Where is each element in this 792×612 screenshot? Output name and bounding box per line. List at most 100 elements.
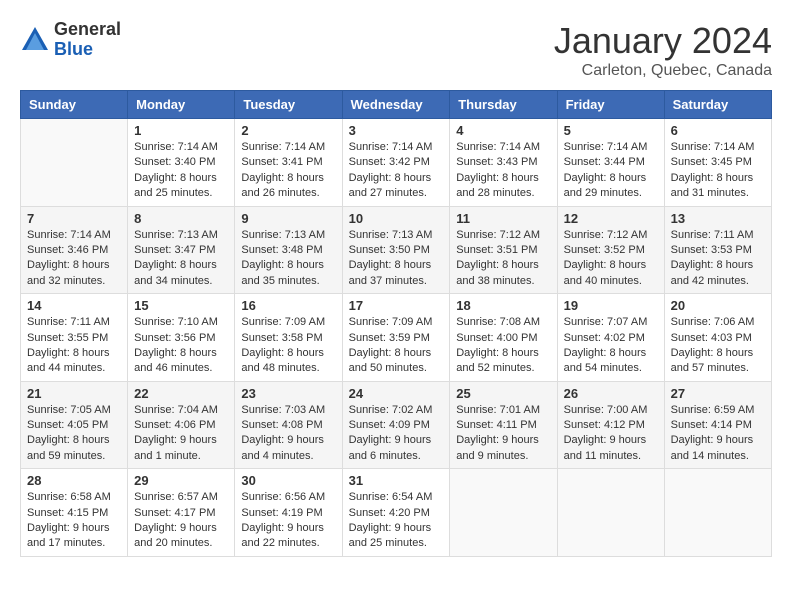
day-cell-25: 25Sunrise: 7:01 AMSunset: 4:11 PMDayligh… <box>450 381 557 469</box>
day-number: 1 <box>134 123 228 138</box>
day-cell-5: 5 Sunrise: 7:14 AMSunset: 3:44 PMDaylight… <box>557 119 664 207</box>
day-info: Sunrise: 7:14 AMSunset: 3:43 PMDaylight:… <box>456 140 550 202</box>
header-day-saturday: Saturday <box>664 91 771 119</box>
empty-cell <box>450 469 557 557</box>
empty-cell <box>557 469 664 557</box>
day-cell-18: 18 Sunrise: 7:08 AMSunset: 4:00 PMDayligh… <box>450 294 557 382</box>
day-number: 5 <box>564 123 658 138</box>
day-number: 22 <box>134 386 228 401</box>
day-number: 9 <box>241 211 335 226</box>
day-cell-1: 1Sunrise: 7:14 AMSunset: 3:40 PMDaylight… <box>128 119 235 207</box>
logo-general-text: General <box>54 20 121 40</box>
day-cell-21: 21 Sunrise: 7:05 AMSunset: 4:05 PMDayligh… <box>21 381 128 469</box>
day-cell-23: 23Sunrise: 7:03 AMSunset: 4:08 PMDayligh… <box>235 381 342 469</box>
day-number: 25 <box>456 386 550 401</box>
day-cell-8: 8 Sunrise: 7:13 AMSunset: 3:47 PMDaylight… <box>128 206 235 294</box>
day-number: 10 <box>349 211 444 226</box>
day-number: 4 <box>456 123 550 138</box>
week-row-2: 7Sunrise: 7:14 AMSunset: 3:46 PMDaylight… <box>21 206 772 294</box>
day-cell-10: 10 Sunrise: 7:13 AMSunset: 3:50 PMDayligh… <box>342 206 450 294</box>
day-cell-2: 2Sunrise: 7:14 AMSunset: 3:41 PMDaylight… <box>235 119 342 207</box>
empty-cell <box>21 119 128 207</box>
day-info: Sunrise: 6:54 AMSunset: 4:20 PMDaylight:… <box>349 490 444 552</box>
day-number: 31 <box>349 473 444 488</box>
week-row-5: 28 Sunrise: 6:58 AMSunset: 4:15 PMDayligh… <box>21 469 772 557</box>
week-row-4: 21 Sunrise: 7:05 AMSunset: 4:05 PMDayligh… <box>21 381 772 469</box>
day-number: 24 <box>349 386 444 401</box>
day-info: Sunrise: 7:12 AMSunset: 3:52 PMDaylight:… <box>564 228 658 290</box>
day-info: Sunrise: 7:09 AMSunset: 3:59 PMDaylight:… <box>349 315 444 377</box>
header-day-sunday: Sunday <box>21 91 128 119</box>
header: General Blue January 2024 Carleton, Queb… <box>20 20 772 80</box>
day-info: Sunrise: 7:02 AMSunset: 4:09 PMDaylight:… <box>349 403 444 465</box>
day-number: 8 <box>134 211 228 226</box>
day-number: 12 <box>564 211 658 226</box>
day-info: Sunrise: 7:14 AMSunset: 3:41 PMDaylight:… <box>241 140 335 202</box>
day-cell-12: 12 Sunrise: 7:12 AMSunset: 3:52 PMDayligh… <box>557 206 664 294</box>
day-info: Sunrise: 7:10 AMSunset: 3:56 PMDaylight:… <box>134 315 228 377</box>
day-cell-9: 9 Sunrise: 7:13 AMSunset: 3:48 PMDaylight… <box>235 206 342 294</box>
main-title: January 2024 <box>554 20 772 62</box>
logo-icon <box>20 25 50 55</box>
day-cell-24: 24 Sunrise: 7:02 AMSunset: 4:09 PMDayligh… <box>342 381 450 469</box>
day-number: 29 <box>134 473 228 488</box>
day-info: Sunrise: 6:58 AMSunset: 4:15 PMDaylight:… <box>27 490 121 552</box>
day-cell-22: 22 Sunrise: 7:04 AMSunset: 4:06 PMDayligh… <box>128 381 235 469</box>
week-row-1: 1Sunrise: 7:14 AMSunset: 3:40 PMDaylight… <box>21 119 772 207</box>
day-cell-16: 16Sunrise: 7:09 AMSunset: 3:58 PMDayligh… <box>235 294 342 382</box>
day-info: Sunrise: 7:07 AMSunset: 4:02 PMDaylight:… <box>564 315 658 377</box>
day-info: Sunrise: 7:14 AMSunset: 3:45 PMDaylight:… <box>671 140 765 202</box>
day-cell-6: 6 Sunrise: 7:14 AMSunset: 3:45 PMDaylight… <box>664 119 771 207</box>
day-number: 28 <box>27 473 121 488</box>
day-number: 14 <box>27 298 121 313</box>
day-number: 6 <box>671 123 765 138</box>
header-day-thursday: Thursday <box>450 91 557 119</box>
header-row: SundayMondayTuesdayWednesdayThursdayFrid… <box>21 91 772 119</box>
day-number: 15 <box>134 298 228 313</box>
day-info: Sunrise: 7:05 AMSunset: 4:05 PMDaylight:… <box>27 403 121 465</box>
title-area: January 2024 Carleton, Quebec, Canada <box>554 20 772 80</box>
day-info: Sunrise: 7:14 AMSunset: 3:44 PMDaylight:… <box>564 140 658 202</box>
day-number: 17 <box>349 298 444 313</box>
day-number: 3 <box>349 123 444 138</box>
day-cell-30: 30Sunrise: 6:56 AMSunset: 4:19 PMDayligh… <box>235 469 342 557</box>
day-info: Sunrise: 6:59 AMSunset: 4:14 PMDaylight:… <box>671 403 765 465</box>
day-info: Sunrise: 6:57 AMSunset: 4:17 PMDaylight:… <box>134 490 228 552</box>
day-info: Sunrise: 7:13 AMSunset: 3:48 PMDaylight:… <box>241 228 335 290</box>
day-info: Sunrise: 7:08 AMSunset: 4:00 PMDaylight:… <box>456 315 550 377</box>
day-info: Sunrise: 7:06 AMSunset: 4:03 PMDaylight:… <box>671 315 765 377</box>
day-cell-31: 31 Sunrise: 6:54 AMSunset: 4:20 PMDayligh… <box>342 469 450 557</box>
calendar-table: SundayMondayTuesdayWednesdayThursdayFrid… <box>20 90 772 557</box>
day-info: Sunrise: 7:13 AMSunset: 3:47 PMDaylight:… <box>134 228 228 290</box>
day-number: 30 <box>241 473 335 488</box>
day-cell-13: 13 Sunrise: 7:11 AMSunset: 3:53 PMDayligh… <box>664 206 771 294</box>
day-info: Sunrise: 7:04 AMSunset: 4:06 PMDaylight:… <box>134 403 228 465</box>
day-cell-3: 3Sunrise: 7:14 AMSunset: 3:42 PMDaylight… <box>342 119 450 207</box>
logo-text: General Blue <box>54 20 121 60</box>
day-number: 27 <box>671 386 765 401</box>
day-cell-26: 26Sunrise: 7:00 AMSunset: 4:12 PMDayligh… <box>557 381 664 469</box>
header-day-wednesday: Wednesday <box>342 91 450 119</box>
day-cell-29: 29 Sunrise: 6:57 AMSunset: 4:17 PMDayligh… <box>128 469 235 557</box>
day-info: Sunrise: 7:11 AMSunset: 3:53 PMDaylight:… <box>671 228 765 290</box>
empty-cell <box>664 469 771 557</box>
day-info: Sunrise: 7:14 AMSunset: 3:46 PMDaylight:… <box>27 228 121 290</box>
logo-blue-text: Blue <box>54 40 121 60</box>
day-cell-19: 19Sunrise: 7:07 AMSunset: 4:02 PMDayligh… <box>557 294 664 382</box>
subtitle: Carleton, Quebec, Canada <box>554 62 772 80</box>
day-info: Sunrise: 7:13 AMSunset: 3:50 PMDaylight:… <box>349 228 444 290</box>
day-cell-15: 15 Sunrise: 7:10 AMSunset: 3:56 PMDayligh… <box>128 294 235 382</box>
day-cell-4: 4 Sunrise: 7:14 AMSunset: 3:43 PMDaylight… <box>450 119 557 207</box>
day-info: Sunrise: 7:00 AMSunset: 4:12 PMDaylight:… <box>564 403 658 465</box>
header-day-friday: Friday <box>557 91 664 119</box>
day-number: 11 <box>456 211 550 226</box>
day-number: 18 <box>456 298 550 313</box>
day-info: Sunrise: 7:11 AMSunset: 3:55 PMDaylight:… <box>27 315 121 377</box>
day-number: 21 <box>27 386 121 401</box>
day-number: 16 <box>241 298 335 313</box>
day-number: 23 <box>241 386 335 401</box>
day-number: 13 <box>671 211 765 226</box>
day-cell-7: 7Sunrise: 7:14 AMSunset: 3:46 PMDaylight… <box>21 206 128 294</box>
day-cell-17: 17 Sunrise: 7:09 AMSunset: 3:59 PMDayligh… <box>342 294 450 382</box>
day-cell-28: 28 Sunrise: 6:58 AMSunset: 4:15 PMDayligh… <box>21 469 128 557</box>
